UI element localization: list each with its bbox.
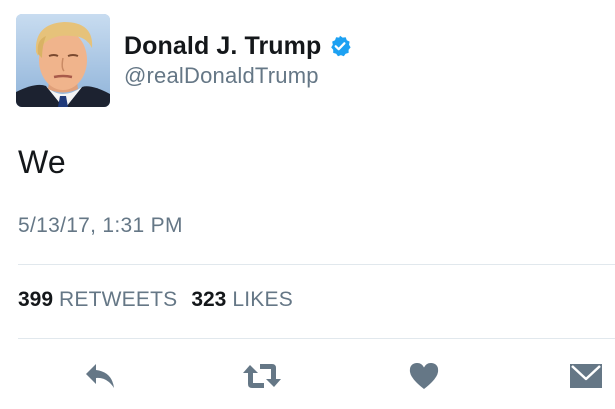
likes-stat[interactable]: 323 LIKES bbox=[191, 288, 293, 312]
heart-icon bbox=[409, 362, 439, 389]
tweet-header: Donald J. Trump @realDonaldTrump bbox=[16, 14, 606, 110]
likes-label: LIKES bbox=[232, 288, 293, 311]
like-button[interactable] bbox=[404, 356, 444, 396]
display-name[interactable]: Donald J. Trump bbox=[124, 32, 321, 61]
user-names: Donald J. Trump @realDonaldTrump bbox=[124, 29, 351, 89]
tweet-text: We bbox=[18, 144, 66, 180]
retweets-stat[interactable]: 399 RETWEETS bbox=[18, 288, 177, 312]
retweet-icon bbox=[243, 364, 281, 388]
likes-count: 323 bbox=[191, 288, 227, 311]
display-name-row: Donald J. Trump bbox=[124, 29, 351, 63]
avatar[interactable] bbox=[16, 14, 110, 107]
reply-button[interactable] bbox=[80, 356, 120, 396]
divider bbox=[18, 338, 615, 339]
retweets-label: RETWEETS bbox=[59, 288, 178, 311]
avatar-photo bbox=[16, 14, 110, 107]
tweet-timestamp[interactable]: 5/13/17, 1:31 PM bbox=[18, 214, 183, 238]
action-bar bbox=[0, 356, 615, 396]
reply-icon bbox=[86, 364, 114, 388]
retweets-count: 399 bbox=[18, 288, 54, 311]
envelope-icon bbox=[570, 364, 602, 388]
user-handle[interactable]: @realDonaldTrump bbox=[124, 63, 351, 89]
direct-message-button[interactable] bbox=[566, 356, 606, 396]
verified-badge-icon bbox=[329, 35, 351, 57]
tweet-stats: 399 RETWEETS 323 LIKES bbox=[18, 288, 307, 312]
retweet-button[interactable] bbox=[242, 356, 282, 396]
divider bbox=[18, 264, 615, 265]
